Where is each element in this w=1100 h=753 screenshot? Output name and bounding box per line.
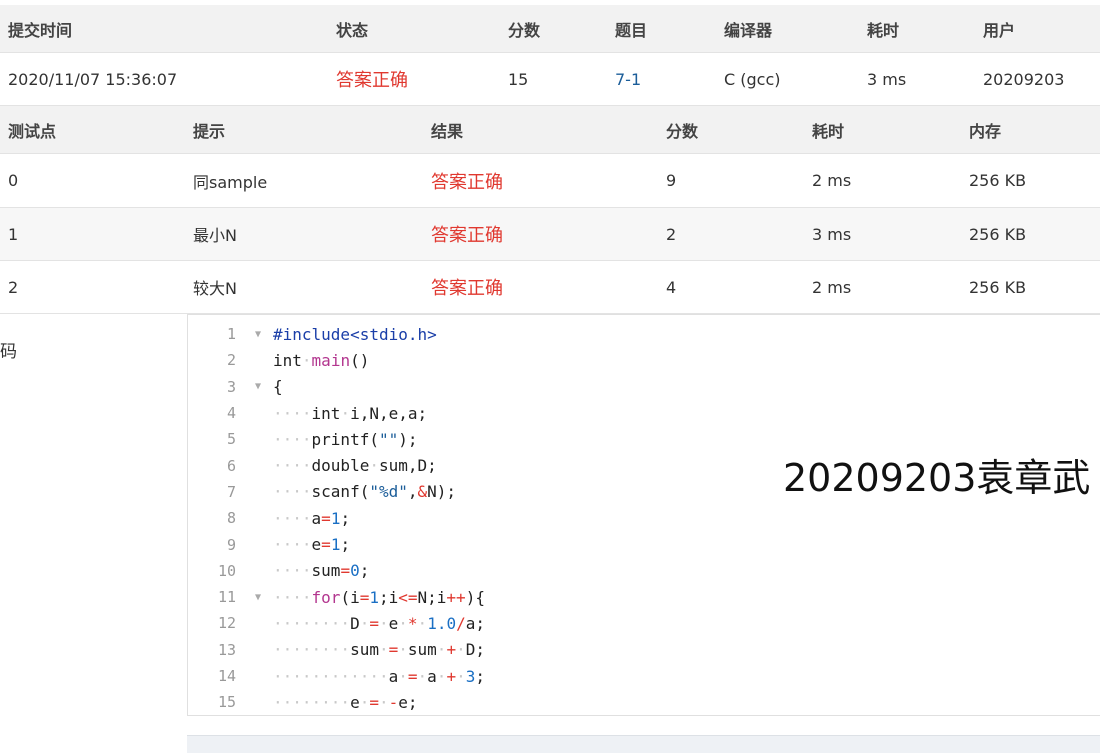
code-line: 1 ▼ #include<stdio.h> [188,321,1100,347]
code-text: ····printf(""); [273,429,418,449]
col-user: 用户 [983,20,1016,40]
code-text: ····a=1; [273,508,351,528]
col-hint: 提示 [193,121,226,141]
line-number: 9 [226,535,236,554]
lower-code-panel [187,735,1100,753]
code-text: #include<stdio.h> [273,324,437,344]
user-value: 20209203 [983,69,1065,89]
test-result: 答案正确 [431,171,503,193]
col-test-score: 分数 [666,121,699,141]
line-number: 13 [217,640,236,659]
code-line: 3 ▼ { [188,374,1100,400]
code-text: ····for(i=1;i<=N;i++){ [273,587,485,607]
test-time: 3 ms [812,224,852,244]
test-time: 2 ms [812,277,852,297]
col-submit-time: 提交时间 [8,20,73,40]
triangle-down-icon[interactable]: ▼ [255,329,261,340]
triangle-down-icon[interactable]: ▼ [255,592,261,603]
code-line: 12 ········D·=·e·*·1.0/a; [188,610,1100,636]
line-number: 6 [226,456,236,475]
test-result: 答案正确 [431,225,503,246]
submission-row: 2020/11/07 15:36:07 答案正确 15 7-1 C (gcc) … [0,53,1100,106]
code-text: ········D·=·e·*·1.0/a; [273,613,485,633]
test-id: 1 [8,224,19,244]
problem-link[interactable]: 7-1 [615,53,641,105]
code-text: ····scanf("%d",&N); [273,482,457,502]
test-row: 1 最小N 答案正确 2 3 ms 256 KB [0,208,1100,261]
code-text: ····double·sum,D; [273,456,437,476]
submit-time: 2020/11/07 15:36:07 [8,69,178,89]
test-memory: 256 KB [969,224,1027,244]
test-hint: 最小N [193,226,237,245]
col-testpoint: 测试点 [8,121,57,141]
code-line: 15 ········e·=·-e; [188,689,1100,715]
score-value: 15 [508,69,529,89]
tests-header-row: 测试点 提示 结果 分数 耗时 内存 [0,106,1100,154]
line-number: 2 [226,351,236,370]
test-time: 2 ms [812,171,852,190]
code-line: 14 ············a·=·a·+·3; [188,663,1100,689]
line-number: 8 [226,509,236,528]
test-score: 4 [666,277,677,297]
col-compiler: 编译器 [724,20,773,40]
code-text: ····e=1; [273,535,351,555]
code-text: int·main() [273,350,370,370]
code-line: 11 ▼ ····for(i=1;i<=N;i++){ [188,584,1100,610]
code-line: 13 ········sum·=·sum·+·D; [188,637,1100,663]
submission-header-row: 提交时间 状态 分数 题目 编译器 耗时 用户 [0,5,1100,53]
line-number: 10 [217,561,236,580]
line-number: 3 [226,377,236,396]
watermark-text: 20209203袁章武 [783,456,1091,500]
col-test-time: 耗时 [812,121,845,141]
code-line: 10 ····sum=0; [188,558,1100,584]
code-text: ············a·=·a·+·3; [273,666,485,686]
test-hint: 较大N [193,279,237,298]
col-memory: 内存 [969,121,1002,141]
code-label: 代码 [0,337,17,362]
line-number: 12 [217,614,236,633]
code-editor[interactable]: 1 ▼ #include<stdio.h> 2 int·main() 3 ▼ {… [187,314,1100,716]
test-id: 0 [8,171,19,190]
code-text: ········e·=·-e; [273,692,418,712]
code-line: 9 ····e=1; [188,531,1100,557]
test-row: 2 较大N 答案正确 4 2 ms 256 KB [0,261,1100,314]
col-problem: 题目 [615,20,648,40]
line-number: 15 [217,693,236,712]
test-score: 9 [666,171,677,190]
code-line: 2 int·main() [188,347,1100,373]
test-id: 2 [8,277,19,297]
line-number: 14 [217,667,236,686]
test-memory: 256 KB [969,277,1027,297]
line-number: 11 [217,588,236,607]
compiler-value: C (gcc) [724,69,781,89]
line-number: 4 [226,404,236,423]
test-score: 2 [666,224,677,244]
code-text: { [273,377,283,397]
line-number: 1 [226,325,236,344]
triangle-down-icon[interactable]: ▼ [255,381,261,392]
code-label-text: 代码 [0,342,17,362]
code-text: ····sum=0; [273,561,370,581]
code-text: ····int·i,N,e,a; [273,403,428,423]
col-score: 分数 [508,20,541,40]
test-hint: 同sample [193,172,268,192]
code-line: 8 ····a=1; [188,505,1100,531]
line-number: 7 [226,482,236,501]
code-text: ········sum·=·sum·+·D; [273,640,485,660]
col-result: 结果 [431,121,464,141]
code-line: 4 ····int·i,N,e,a; [188,400,1100,426]
test-memory: 256 KB [969,171,1027,190]
col-status: 状态 [336,20,369,40]
status-badge[interactable]: 答案正确 [336,53,408,105]
line-number: 5 [226,430,236,449]
col-elapsed: 耗时 [867,20,900,40]
test-result: 答案正确 [431,278,503,299]
elapsed-value: 3 ms [867,69,907,89]
test-row: 0 同sample 答案正确 9 2 ms 256 KB [0,154,1100,208]
